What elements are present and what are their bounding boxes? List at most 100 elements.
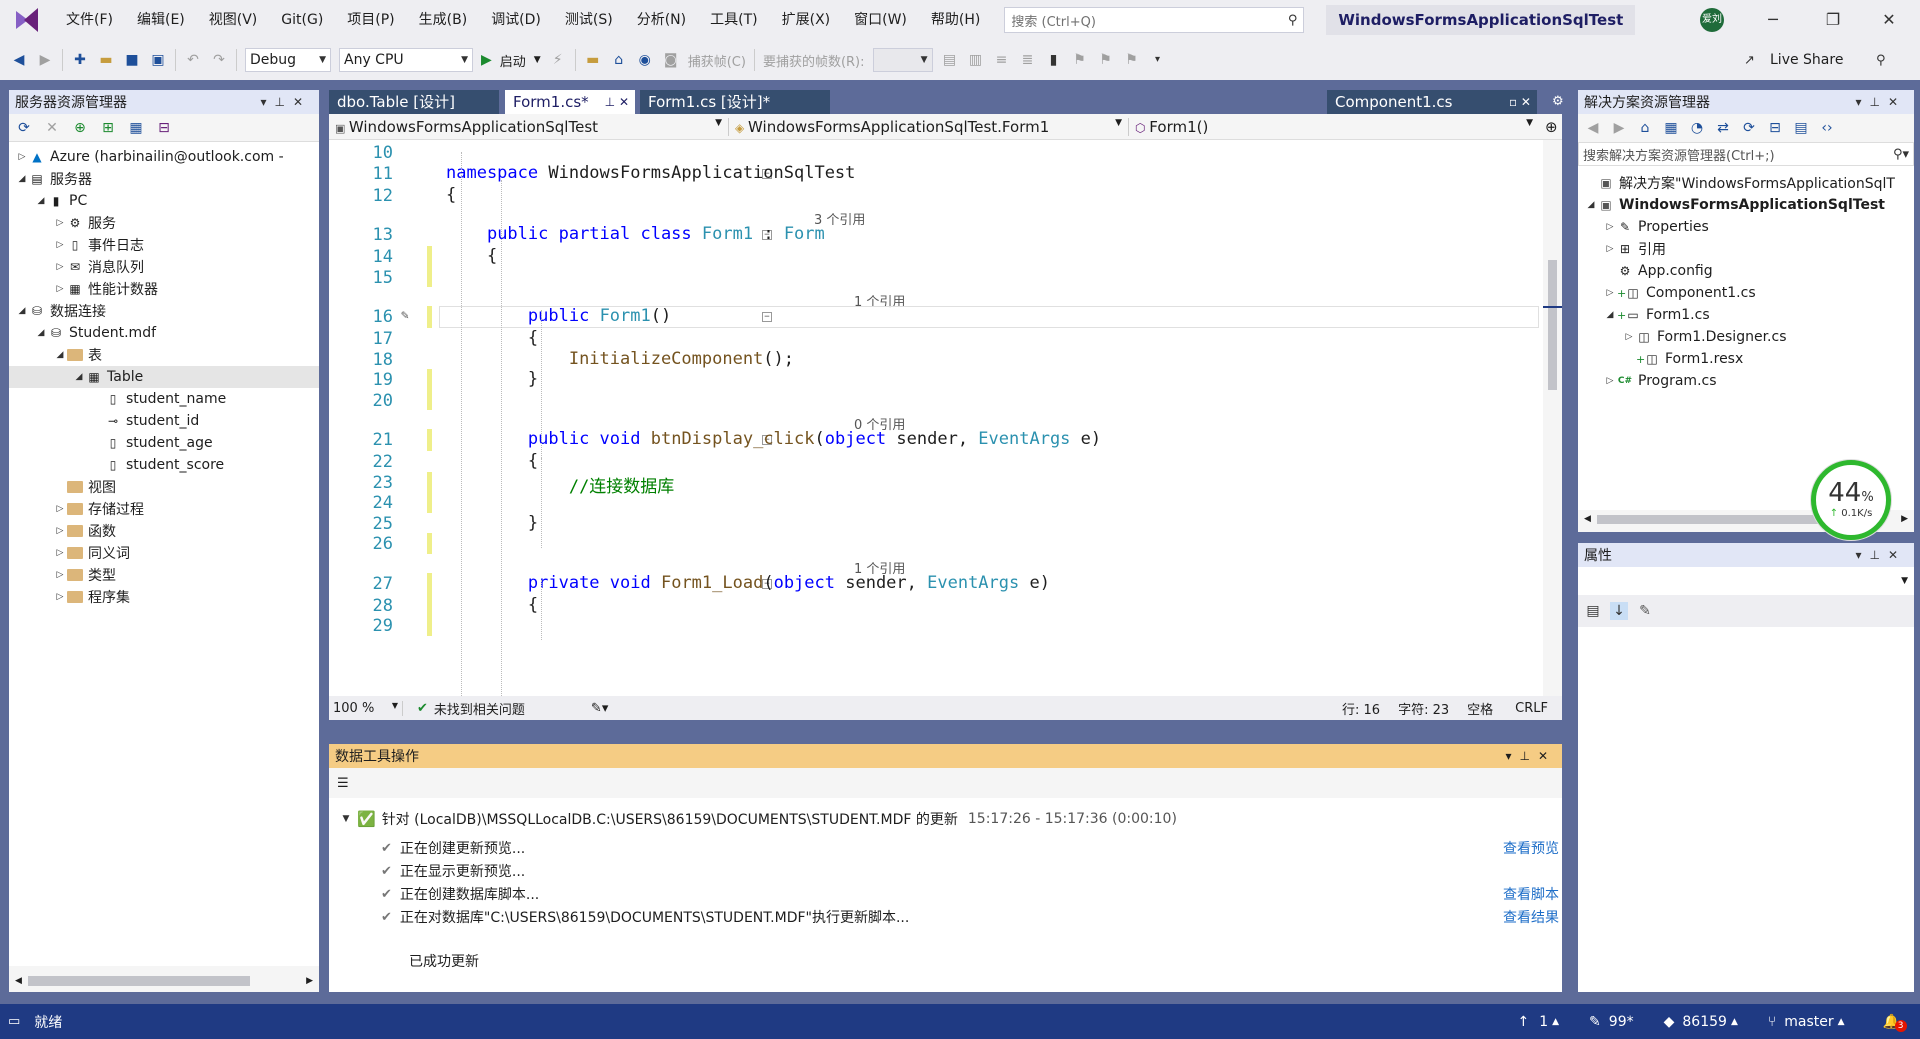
tree-item[interactable]: ▷ 同义词	[9, 542, 319, 564]
status-branch[interactable]: master	[1784, 1014, 1833, 1030]
tab-0[interactable]: dbo.Table [设计]	[329, 90, 499, 114]
scrollbar-thumb[interactable]	[1596, 514, 1827, 524]
scrollbar-thumb[interactable]	[1548, 260, 1557, 390]
capture-icon[interactable]: ◙	[662, 51, 680, 69]
menu-item[interactable]: 窗口(W)	[842, 0, 919, 40]
menu-item[interactable]: Git(G)	[269, 0, 335, 40]
tab-close-icon[interactable]: ⊥ ✕	[605, 90, 629, 114]
share-icon[interactable]: ↗	[1744, 53, 1755, 68]
collapsed-arrow-icon[interactable]: ▷	[53, 218, 67, 228]
zoom-select[interactable]: 100 % ▼	[329, 700, 403, 716]
indent-icon[interactable]: ≡	[993, 51, 1011, 69]
undo-icon[interactable]: ↶	[184, 51, 202, 69]
member-dropdown[interactable]: ⬡ Form1() ▼	[1129, 118, 1539, 136]
capture-frame-button[interactable]: 捕获帧(C)	[688, 51, 746, 70]
folder-icon[interactable]: ▬	[584, 51, 602, 69]
collapsed-arrow-icon[interactable]: ▷	[1603, 244, 1617, 254]
forward-icon[interactable]: ▶	[1610, 119, 1628, 137]
menu-item[interactable]: 编辑(E)	[125, 0, 197, 40]
code-line[interactable]: InitializeComponent();	[446, 349, 794, 369]
categorized-icon[interactable]: ▤	[1584, 602, 1602, 620]
step-link[interactable]: 查看结果	[1503, 907, 1559, 927]
collapsed-arrow-icon[interactable]: ▷	[53, 262, 67, 272]
feedback-icon[interactable]: ⚲	[1876, 53, 1886, 68]
frames-select[interactable]: ▼	[872, 48, 933, 72]
collapse-all-icon[interactable]: ⊟	[1766, 119, 1784, 137]
back-icon[interactable]: ◀	[10, 51, 28, 69]
step-link[interactable]: 查看脚本	[1503, 884, 1559, 904]
code-line[interactable]: {	[446, 246, 497, 266]
split-icon[interactable]: ⊕	[1545, 118, 1558, 136]
expanded-arrow-icon[interactable]: ◢	[15, 174, 29, 184]
sync-icon[interactable]: ⇄	[1714, 119, 1732, 137]
status-up-count[interactable]: 1	[1539, 1014, 1548, 1030]
expanded-arrow-icon[interactable]: ◢	[1603, 310, 1617, 320]
issues-label[interactable]: 未找到相关问题	[434, 699, 525, 718]
menu-item[interactable]: 测试(S)	[553, 0, 625, 40]
panel-controls[interactable]: ▾⊥✕	[1505, 749, 1556, 763]
branch-icon[interactable]: ⑂	[1768, 1014, 1776, 1030]
back-icon[interactable]: ◀	[1584, 119, 1602, 137]
network-speed-widget[interactable]: 44% ↑ 0.1K/s	[1811, 460, 1891, 540]
pencil-icon[interactable]: ✎	[1589, 1014, 1601, 1030]
menu-item[interactable]: 调试(D)	[479, 0, 553, 40]
tree-item[interactable]: ◢ ▤ 服务器	[9, 168, 319, 190]
step-link[interactable]: 查看预览	[1503, 838, 1559, 858]
tree-item[interactable]: ◢ ▦ Table	[9, 366, 319, 388]
tree-item[interactable]: ▷ ▲ Azure (harbinailin@outlook.com -	[9, 146, 319, 168]
vs-logo-icon[interactable]	[14, 7, 40, 33]
bookmark-clear-icon[interactable]: ⚑	[1123, 51, 1141, 69]
bookmark-next-icon[interactable]: ⚑	[1097, 51, 1115, 69]
menu-item[interactable]: 分析(N)	[625, 0, 698, 40]
show-all-icon[interactable]: ▤	[1792, 119, 1810, 137]
tab-1[interactable]: Form1.cs* ⊥ ✕	[505, 90, 635, 114]
home-icon[interactable]: ⌂	[1636, 119, 1654, 137]
tree-item[interactable]: ◢ + ▭ Form1.cs	[1578, 304, 1914, 326]
save-all-icon[interactable]: ▣	[149, 51, 167, 69]
refresh-icon[interactable]: ⟳	[1740, 119, 1758, 137]
update-header-row[interactable]: ▼ ✅ 针对 (LocalDB)\MSSQLLocalDB.C:\USERS\8…	[339, 808, 1177, 830]
tree-item[interactable]: ▷ 存储过程	[9, 498, 319, 520]
code-area[interactable]: 10 11− namespace WindowsFormsApplicationSq…	[329, 140, 1562, 696]
output-icon[interactable]: ▭	[8, 1014, 20, 1029]
tab-settings-icon[interactable]: ⚙	[1552, 90, 1568, 114]
bookmark-icon[interactable]: ▮	[1045, 51, 1063, 69]
property-pages-icon[interactable]: ✎	[1636, 602, 1654, 620]
camera-icon[interactable]: ◉	[636, 51, 654, 69]
tab-3[interactable]: Component1.cs ▫ ✕	[1327, 90, 1537, 114]
code-line[interactable]: }	[446, 513, 538, 533]
collapsed-arrow-icon[interactable]: ▷	[53, 284, 67, 294]
menu-item[interactable]: 文件(F)	[54, 0, 125, 40]
tree-item[interactable]: ▷ 程序集	[9, 586, 319, 608]
menu-item[interactable]: 工具(T)	[698, 0, 769, 40]
layout2-icon[interactable]: ▥	[967, 51, 985, 69]
save-icon[interactable]: ■	[123, 51, 141, 69]
pending-changes-icon[interactable]: ◔	[1688, 119, 1706, 137]
collapsed-arrow-icon[interactable]: ▷	[53, 240, 67, 250]
outdent-icon[interactable]: ≣	[1019, 51, 1037, 69]
tree-item[interactable]: ▣ 解决方案"WindowsFormsApplicationSqlT	[1578, 172, 1914, 194]
tree-item[interactable]: + ◫ Form1.resx	[1578, 348, 1914, 370]
tree-item[interactable]: ◢ 表	[9, 344, 319, 366]
tree-item[interactable]: ▯ student_name	[9, 388, 319, 410]
sql-server-icon[interactable]: ⊟	[155, 119, 173, 137]
horizontal-scrollbar[interactable]: ◀ ▶	[9, 970, 319, 992]
tree-item[interactable]: 视图	[9, 476, 319, 498]
start-icon[interactable]: ▶	[481, 52, 492, 68]
code-line[interactable]: private void Form1_Load(object sender, E…	[446, 573, 1050, 593]
chevron-down-icon[interactable]: ▼	[534, 55, 541, 65]
repo-icon[interactable]: ◆	[1664, 1014, 1675, 1030]
tree-item[interactable]: ▷ ⚙ 服务	[9, 212, 319, 234]
switch-view-icon[interactable]: ▦	[1662, 119, 1680, 137]
object-select[interactable]: ▼	[1578, 567, 1914, 595]
status-changes[interactable]: 99*	[1609, 1014, 1634, 1030]
search-icon[interactable]: ⚲▾	[1893, 147, 1909, 162]
platform-select[interactable]: Any CPU ▼	[339, 48, 473, 72]
quick-action-icon[interactable]: ✎	[401, 308, 409, 323]
tree-item[interactable]: ▷ + ◫ Component1.cs	[1578, 282, 1914, 304]
code-line[interactable]: namespace WindowsFormsApplicationSqlTest	[446, 163, 855, 183]
expanded-arrow-icon[interactable]: ◢	[15, 306, 29, 316]
tree-item[interactable]: ◢ ▮ PC	[9, 190, 319, 212]
forward-icon[interactable]: ▶	[36, 51, 54, 69]
stop-icon[interactable]: ✕	[43, 119, 61, 137]
